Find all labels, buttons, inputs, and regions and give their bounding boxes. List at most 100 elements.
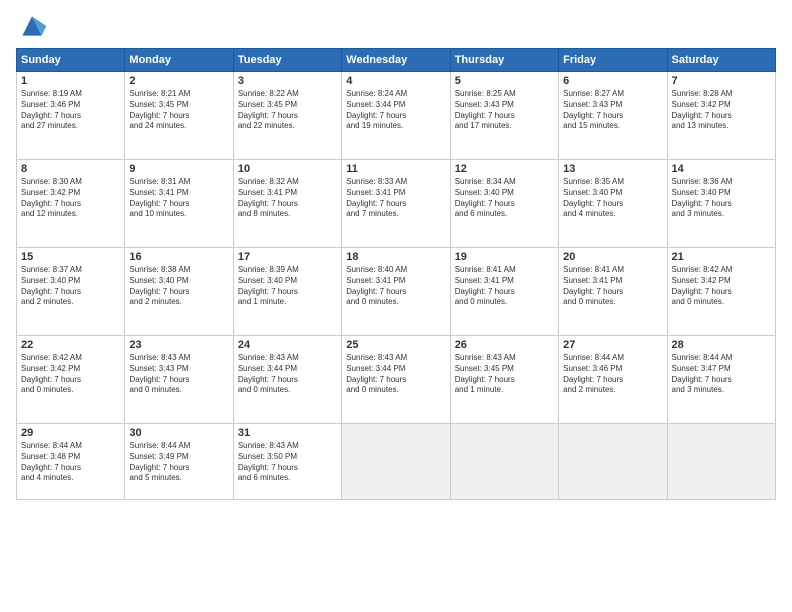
calendar-cell: 30Sunrise: 8:44 AM Sunset: 3:49 PM Dayli… <box>125 424 233 500</box>
logo <box>16 10 52 42</box>
day-info: Sunrise: 8:19 AM Sunset: 3:46 PM Dayligh… <box>21 89 120 132</box>
calendar-cell: 25 Sunrise: 8:43 AM Sunset: 3:44 PM Dayli… <box>342 336 450 424</box>
calendar-cell: 9 Sunrise: 8:31 AM Sunset: 3:41 PM Daylig… <box>125 160 233 248</box>
calendar-cell <box>559 424 667 500</box>
day-number: 12 <box>455 163 554 175</box>
day-number: 3 <box>238 75 337 87</box>
day-number: 31 <box>238 427 337 439</box>
day-info: Sunrise: 8:43 AM Sunset: 3:44 PM Dayligh… <box>346 353 445 396</box>
day-number: 2 <box>129 75 228 87</box>
calendar-week-4: 22 Sunrise: 8:42 AM Sunset: 3:42 PM Dayli… <box>17 336 776 424</box>
day-number: 19 <box>455 251 554 263</box>
day-info: Sunrise: 8:43 AM Sunset: 3:45 PM Dayligh… <box>455 353 554 396</box>
day-number: 1 <box>21 75 120 87</box>
day-info: Sunrise: 8:33 AM Sunset: 3:41 PM Dayligh… <box>346 177 445 220</box>
day-info: Sunrise: 8:35 AM Sunset: 3:40 PM Dayligh… <box>563 177 662 220</box>
day-info: Sunrise: 8:44 AM Sunset: 3:46 PM Dayligh… <box>563 353 662 396</box>
calendar-week-5: 29 Sunrise: 8:44 AM Sunset: 3:48 PM Dayli… <box>17 424 776 500</box>
day-number: 22 <box>21 339 120 351</box>
calendar-cell <box>342 424 450 500</box>
day-info: Sunrise: 8:25 AM Sunset: 3:43 PM Dayligh… <box>455 89 554 132</box>
calendar-cell: 20 Sunrise: 8:41 AM Sunset: 3:41 PM Dayli… <box>559 248 667 336</box>
calendar-cell: 21Sunrise: 8:42 AM Sunset: 3:42 PM Dayli… <box>667 248 775 336</box>
calendar-cell: 3 Sunrise: 8:22 AM Sunset: 3:45 PM Daylig… <box>233 72 341 160</box>
day-info: Sunrise: 8:39 AM Sunset: 3:40 PM Dayligh… <box>238 265 337 308</box>
calendar-cell: 2 Sunrise: 8:21 AM Sunset: 3:45 PM Daylig… <box>125 72 233 160</box>
day-number: 18 <box>346 251 445 263</box>
day-info: Sunrise: 8:41 AM Sunset: 3:41 PM Dayligh… <box>455 265 554 308</box>
calendar-cell: 11 Sunrise: 8:33 AM Sunset: 3:41 PM Dayli… <box>342 160 450 248</box>
calendar-cell: 5 Sunrise: 8:25 AM Sunset: 3:43 PM Daylig… <box>450 72 558 160</box>
calendar-cell: 28 Sunrise: 8:44 AM Sunset: 3:47 PM Dayli… <box>667 336 775 424</box>
day-info: Sunrise: 8:43 AM Sunset: 3:50 PM Dayligh… <box>238 441 337 484</box>
calendar-cell: 10 Sunrise: 8:32 AM Sunset: 3:41 PM Dayli… <box>233 160 341 248</box>
calendar-header-wednesday: Wednesday <box>342 49 450 72</box>
day-number: 29 <box>21 427 120 439</box>
day-info: Sunrise: 8:24 AM Sunset: 3:44 PM Dayligh… <box>346 89 445 132</box>
day-number: 28 <box>672 339 771 351</box>
day-info: Sunrise: 8:43 AM Sunset: 3:43 PM Dayligh… <box>129 353 228 396</box>
calendar-cell: 18 Sunrise: 8:40 AM Sunset: 3:41 PM Dayli… <box>342 248 450 336</box>
calendar-cell: 27Sunrise: 8:44 AM Sunset: 3:46 PM Dayli… <box>559 336 667 424</box>
calendar-cell: 23 Sunrise: 8:43 AM Sunset: 3:43 PM Dayli… <box>125 336 233 424</box>
day-number: 5 <box>455 75 554 87</box>
day-number: 6 <box>563 75 662 87</box>
day-number: 16 <box>129 251 228 263</box>
day-info: Sunrise: 8:27 AM Sunset: 3:43 PM Dayligh… <box>563 89 662 132</box>
calendar-cell: 1 Sunrise: 8:19 AM Sunset: 3:46 PM Daylig… <box>17 72 125 160</box>
day-number: 23 <box>129 339 228 351</box>
day-info: Sunrise: 8:21 AM Sunset: 3:45 PM Dayligh… <box>129 89 228 132</box>
calendar-cell <box>667 424 775 500</box>
day-info: Sunrise: 8:30 AM Sunset: 3:42 PM Dayligh… <box>21 177 120 220</box>
day-number: 20 <box>563 251 662 263</box>
day-number: 8 <box>21 163 120 175</box>
day-info: Sunrise: 8:42 AM Sunset: 3:42 PM Dayligh… <box>672 265 771 308</box>
calendar-cell: 14 Sunrise: 8:36 AM Sunset: 3:40 PM Dayli… <box>667 160 775 248</box>
page: SundayMondayTuesdayWednesdayThursdayFrid… <box>0 0 792 612</box>
day-info: Sunrise: 8:43 AM Sunset: 3:44 PM Dayligh… <box>238 353 337 396</box>
day-number: 30 <box>129 427 228 439</box>
calendar-header-friday: Friday <box>559 49 667 72</box>
day-number: 9 <box>129 163 228 175</box>
day-number: 15 <box>21 251 120 263</box>
day-number: 17 <box>238 251 337 263</box>
calendar-header-tuesday: Tuesday <box>233 49 341 72</box>
day-number: 10 <box>238 163 337 175</box>
day-number: 24 <box>238 339 337 351</box>
calendar-cell: 16 Sunrise: 8:38 AM Sunset: 3:40 PM Dayli… <box>125 248 233 336</box>
calendar: SundayMondayTuesdayWednesdayThursdayFrid… <box>16 48 776 500</box>
day-info: Sunrise: 8:38 AM Sunset: 3:40 PM Dayligh… <box>129 265 228 308</box>
day-number: 11 <box>346 163 445 175</box>
calendar-cell: 13 Sunrise: 8:35 AM Sunset: 3:40 PM Dayli… <box>559 160 667 248</box>
day-number: 14 <box>672 163 771 175</box>
calendar-cell: 12 Sunrise: 8:34 AM Sunset: 3:40 PM Dayli… <box>450 160 558 248</box>
calendar-cell: 15 Sunrise: 8:37 AM Sunset: 3:40 PM Dayli… <box>17 248 125 336</box>
calendar-cell <box>450 424 558 500</box>
calendar-header-sunday: Sunday <box>17 49 125 72</box>
calendar-header-row: SundayMondayTuesdayWednesdayThursdayFrid… <box>17 49 776 72</box>
day-info: Sunrise: 8:44 AM Sunset: 3:48 PM Dayligh… <box>21 441 120 484</box>
day-info: Sunrise: 8:31 AM Sunset: 3:41 PM Dayligh… <box>129 177 228 220</box>
day-info: Sunrise: 8:36 AM Sunset: 3:40 PM Dayligh… <box>672 177 771 220</box>
day-info: Sunrise: 8:32 AM Sunset: 3:41 PM Dayligh… <box>238 177 337 220</box>
day-info: Sunrise: 8:22 AM Sunset: 3:45 PM Dayligh… <box>238 89 337 132</box>
calendar-cell: 26Sunrise: 8:43 AM Sunset: 3:45 PM Dayli… <box>450 336 558 424</box>
day-info: Sunrise: 8:41 AM Sunset: 3:41 PM Dayligh… <box>563 265 662 308</box>
calendar-header-thursday: Thursday <box>450 49 558 72</box>
calendar-cell: 8 Sunrise: 8:30 AM Sunset: 3:42 PM Daylig… <box>17 160 125 248</box>
calendar-cell: 19 Sunrise: 8:41 AM Sunset: 3:41 PM Dayli… <box>450 248 558 336</box>
calendar-cell: 7Sunrise: 8:28 AM Sunset: 3:42 PM Daylig… <box>667 72 775 160</box>
day-number: 25 <box>346 339 445 351</box>
calendar-cell: 4Sunrise: 8:24 AM Sunset: 3:44 PM Daylig… <box>342 72 450 160</box>
day-info: Sunrise: 8:42 AM Sunset: 3:42 PM Dayligh… <box>21 353 120 396</box>
day-info: Sunrise: 8:40 AM Sunset: 3:41 PM Dayligh… <box>346 265 445 308</box>
calendar-week-1: 1 Sunrise: 8:19 AM Sunset: 3:46 PM Daylig… <box>17 72 776 160</box>
day-info: Sunrise: 8:34 AM Sunset: 3:40 PM Dayligh… <box>455 177 554 220</box>
calendar-cell: 17 Sunrise: 8:39 AM Sunset: 3:40 PM Dayli… <box>233 248 341 336</box>
calendar-week-3: 15 Sunrise: 8:37 AM Sunset: 3:40 PM Dayli… <box>17 248 776 336</box>
day-info: Sunrise: 8:37 AM Sunset: 3:40 PM Dayligh… <box>21 265 120 308</box>
day-info: Sunrise: 8:28 AM Sunset: 3:42 PM Dayligh… <box>672 89 771 132</box>
calendar-header-saturday: Saturday <box>667 49 775 72</box>
day-number: 13 <box>563 163 662 175</box>
day-info: Sunrise: 8:44 AM Sunset: 3:47 PM Dayligh… <box>672 353 771 396</box>
